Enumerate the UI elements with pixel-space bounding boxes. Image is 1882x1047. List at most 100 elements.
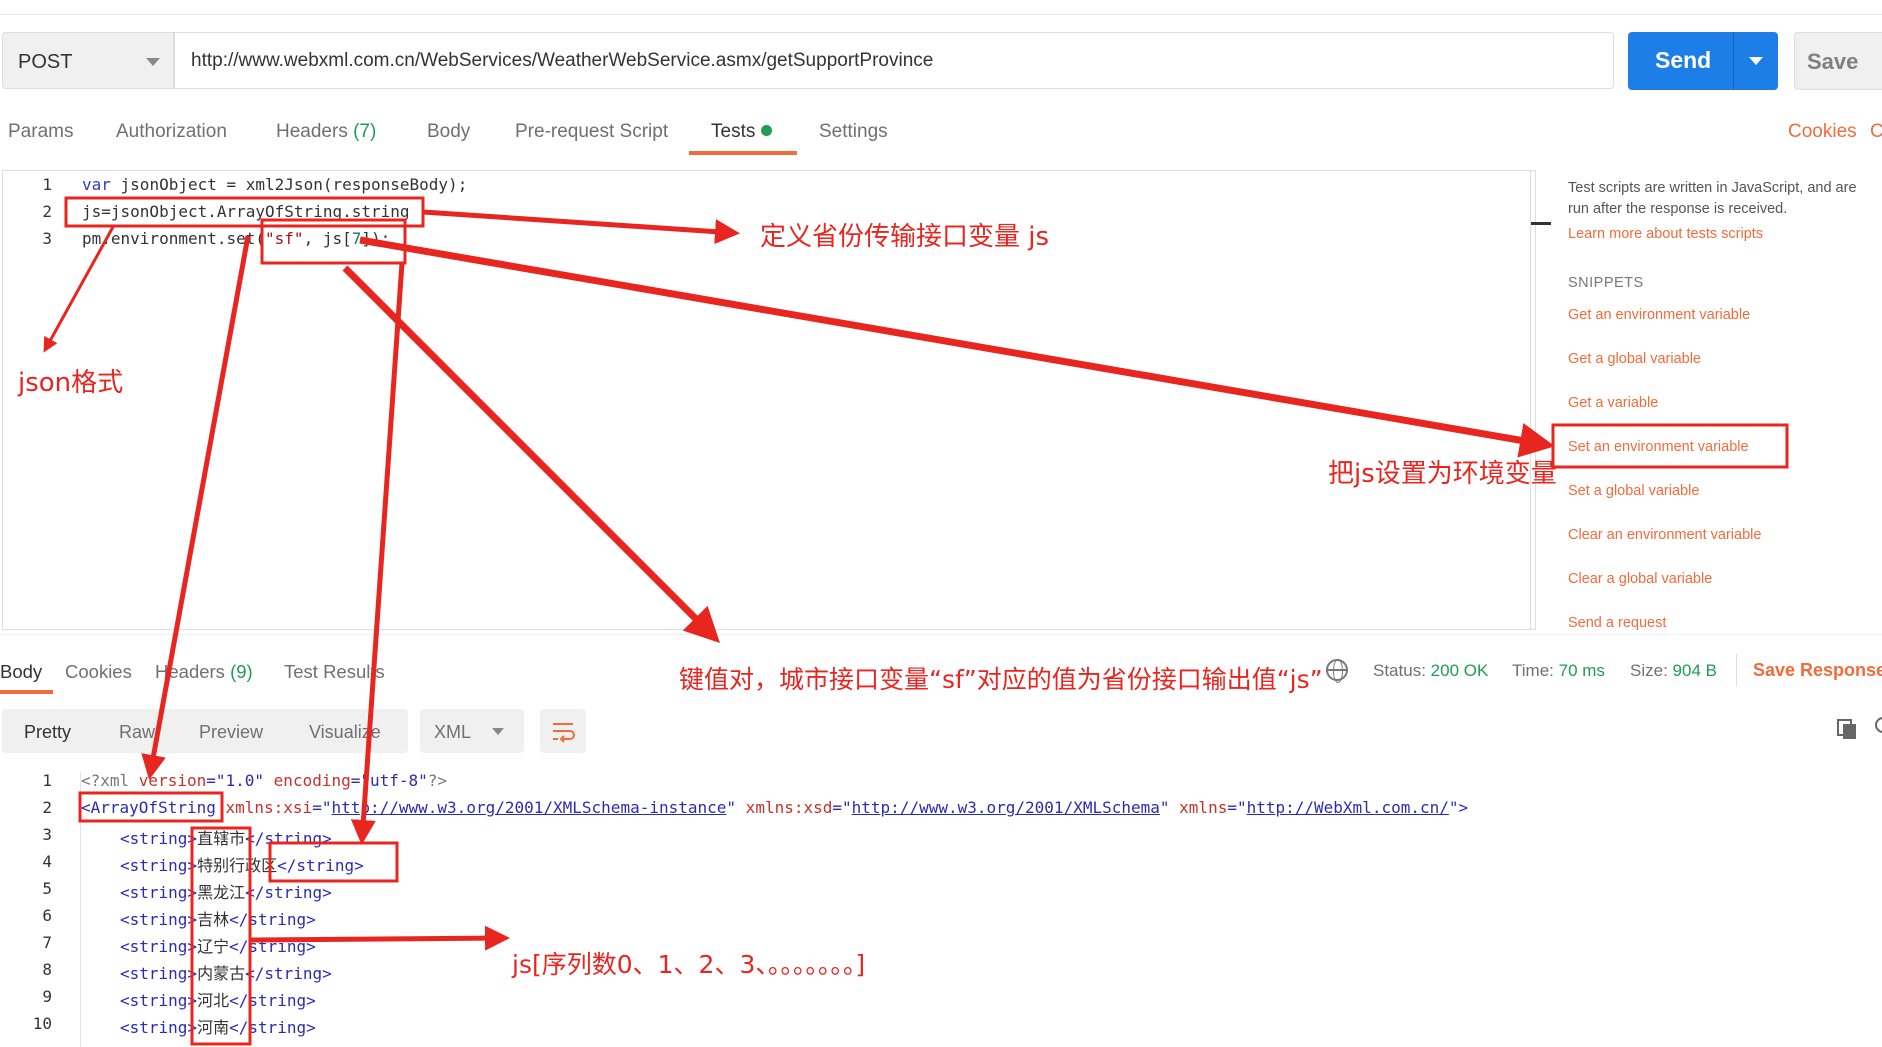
status-label: Status: (1373, 661, 1426, 680)
tab-pre-request-script[interactable]: Pre-request Script (515, 121, 668, 143)
response-tab-headers[interactable]: Headers (9) (155, 661, 253, 683)
save-response-button[interactable]: Save Response (1753, 660, 1882, 681)
xml-tag: </string> (229, 1018, 316, 1037)
view-raw-button[interactable]: Raw (119, 722, 155, 743)
url-input[interactable] (174, 32, 1614, 89)
tab-label: Settings (819, 121, 888, 142)
xml-tag: <string> (120, 937, 198, 956)
xml-token: <?xml (81, 771, 139, 790)
tab-label: Headers (276, 121, 348, 142)
view-visualize-button[interactable]: Visualize (309, 722, 381, 743)
tab-label: Body (427, 121, 471, 142)
xml-token: ?> (427, 771, 448, 790)
xml-text-value: 辽宁 (197, 937, 230, 956)
line-number: 5 (42, 879, 52, 898)
xml-value: "> (1448, 798, 1469, 817)
xml-tag: </string> (245, 964, 332, 983)
xml-value: ="utf-8" (350, 771, 428, 790)
status-separator (1736, 654, 1737, 686)
snippet-get-var[interactable]: Get a variable (1568, 395, 1658, 411)
response-tab-cookies[interactable]: Cookies (65, 661, 132, 683)
editor-scrollbar[interactable] (1530, 170, 1554, 630)
save-button[interactable]: Save (1794, 32, 1882, 90)
response-tab-test-results[interactable]: Test Results (284, 661, 385, 683)
view-pretty-button[interactable]: Pretty (24, 722, 71, 743)
code-link[interactable]: C (1870, 121, 1882, 143)
tab-headers[interactable]: Headers (7) (276, 121, 376, 143)
search-icon[interactable] (1874, 716, 1882, 738)
chevron-down-icon (146, 58, 160, 66)
code-line: var jsonObject = xml2Json(responseBody); (82, 175, 467, 194)
response-tab-body[interactable]: Body (0, 661, 42, 683)
snippet-clear-global-var[interactable]: Clear a global variable (1568, 571, 1712, 587)
xml-value: " (726, 798, 737, 817)
snippets-heading: SNIPPETS (1568, 275, 1644, 291)
xml-tag: </string> (245, 883, 332, 902)
xml-value: =" (1227, 798, 1247, 817)
globe-icon[interactable] (1326, 659, 1348, 683)
line-number: 10 (32, 1014, 52, 1033)
method-select[interactable]: POST (2, 32, 174, 89)
time-label: Time: (1512, 661, 1554, 680)
tab-body[interactable]: Body (427, 121, 470, 143)
xml-tag: <string> (120, 991, 198, 1010)
snippet-get-global-var[interactable]: Get a global variable (1568, 351, 1701, 367)
tab-tests[interactable]: Tests (711, 121, 773, 143)
tab-settings[interactable]: Settings (819, 121, 888, 143)
editor-scroll-thumb[interactable] (1531, 222, 1551, 225)
size-info: Size: 904 B (1630, 661, 1717, 681)
tab-label: Headers (155, 661, 225, 682)
snippet-set-global-var[interactable]: Set a global variable (1568, 483, 1699, 499)
annotation-index-note: js[序列数0、1、2、3、。。。。。。。] (512, 950, 866, 979)
cookies-link[interactable]: Cookies (1788, 121, 1857, 143)
method-label: POST (18, 51, 73, 73)
xml-value: =" (832, 798, 852, 817)
copy-icon[interactable] (1836, 718, 1858, 740)
code-number: 7 (351, 229, 362, 248)
xml-tag: <ArrayOfString (81, 798, 216, 817)
xml-value: =" (312, 798, 332, 817)
send-label: Send (1655, 47, 1712, 73)
tab-label: Pre-request Script (515, 121, 669, 142)
xml-tag: <string> (120, 829, 198, 848)
xml-tag: </string> (229, 991, 316, 1010)
send-button[interactable]: Send (1628, 32, 1778, 90)
xml-text-value: 河北 (197, 991, 230, 1010)
xml-link[interactable]: http://www.w3.org/2001/XMLSchema-instanc… (331, 798, 726, 817)
snippet-clear-env-var[interactable]: Clear an environment variable (1568, 527, 1761, 543)
view-preview-button[interactable]: Preview (199, 722, 263, 743)
tab-authorization[interactable]: Authorization (116, 121, 227, 143)
code-text: jsonObject = xml2Json(responseBody); (110, 175, 468, 194)
xml-attr: version (138, 771, 207, 790)
chevron-down-icon (492, 728, 504, 735)
tab-params[interactable]: Params (8, 121, 73, 143)
format-select[interactable]: XML (420, 709, 524, 753)
snippet-set-env-var[interactable]: Set an environment variable (1568, 439, 1749, 455)
xml-string-line: <string>直辖市</string> (120, 825, 332, 849)
xml-link[interactable]: http://WebXml.com.cn/ (1247, 798, 1449, 817)
tab-label: Body (0, 661, 43, 682)
xml-tag: </string> (229, 910, 316, 929)
xml-string-line: <string>河北</string> (120, 987, 316, 1011)
send-options-chevron-icon[interactable] (1749, 57, 1763, 65)
active-tab-indicator (0, 690, 53, 694)
send-divider (1733, 32, 1734, 90)
format-label: XML (434, 722, 472, 742)
xml-text-value: 河南 (197, 1018, 230, 1037)
headers-count: (7) (353, 121, 377, 142)
annotation-json-format: json格式 (18, 368, 124, 398)
wrap-lines-button[interactable] (540, 709, 586, 753)
xml-string-line: <string>河南</string> (120, 1014, 316, 1038)
snippet-get-env-var[interactable]: Get an environment variable (1568, 307, 1750, 323)
code-text: pm.environment.set( (82, 229, 266, 248)
learn-more-link[interactable]: Learn more about tests scripts (1568, 226, 1763, 242)
tab-label: Authorization (116, 121, 227, 142)
annotation-define-var: 定义省份传输接口变量 js (760, 222, 1050, 252)
xml-link[interactable]: http://www.w3.org/2001/XMLSchema (852, 798, 1160, 817)
code-text: ]); (361, 229, 391, 248)
code-line: js=jsonObject.ArrayOfString.string (82, 202, 410, 221)
snippet-send-request[interactable]: Send a request (1568, 615, 1666, 631)
code-line: pm.environment.set("sf", js[7]); (82, 229, 390, 248)
xml-tag: </string> (245, 829, 332, 848)
wrap-lines-icon (553, 723, 575, 743)
